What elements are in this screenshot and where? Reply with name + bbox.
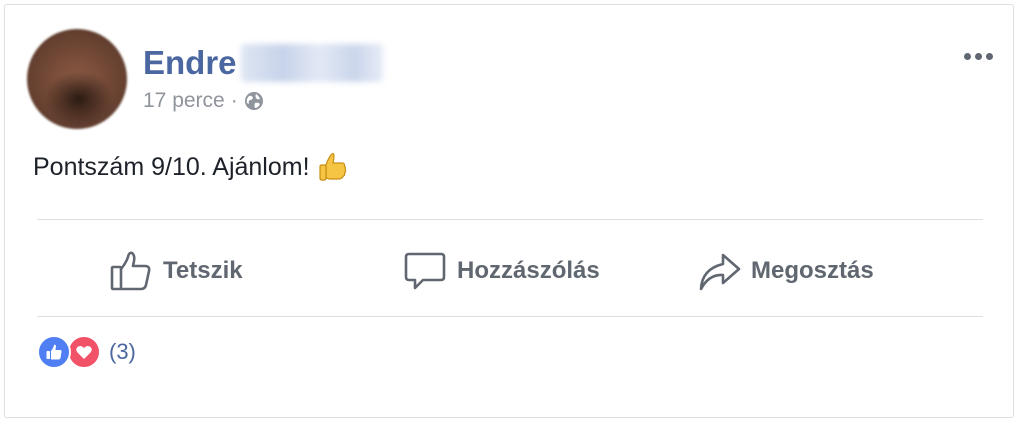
share-button[interactable]: Megosztás [697, 231, 874, 311]
post-text-content: Pontszám 9/10. Ajánlom! [33, 152, 310, 181]
globe-icon[interactable] [244, 91, 264, 111]
comment-label: Hozzászólás [457, 257, 600, 284]
like-button[interactable]: Tetszik [109, 231, 243, 311]
post-text: Pontszám 9/10. Ajánlom! [33, 149, 352, 185]
more-options-icon[interactable] [961, 49, 995, 63]
share-arrow-icon [699, 253, 741, 291]
love-reaction-icon [67, 335, 101, 369]
post-card: Endre 17 perce · Pontszám 9/10. Ajánlom! [4, 4, 1014, 418]
like-label: Tetszik [163, 257, 243, 284]
like-reaction-icon [37, 335, 71, 369]
reaction-count[interactable]: (3) [109, 339, 136, 365]
comment-button[interactable]: Hozzászólás [403, 231, 600, 311]
comment-bubble-icon [404, 252, 446, 290]
share-label: Megosztás [751, 257, 874, 284]
divider-bottom [37, 316, 983, 317]
author-surname-blurred [240, 44, 383, 82]
divider-top [37, 219, 983, 220]
author-name-row: Endre [143, 43, 383, 83]
post-timestamp[interactable]: 17 perce [143, 89, 225, 113]
like-thumb-icon [110, 251, 151, 291]
author-avatar[interactable] [27, 29, 127, 129]
post-meta: 17 perce · [143, 89, 264, 113]
reaction-summary[interactable]: (3) [37, 335, 136, 369]
author-name[interactable]: Endre [143, 43, 237, 83]
action-bar: Tetszik Hozzászólás Megosztás [37, 231, 983, 311]
thumbs-up-emoji-icon [318, 152, 346, 181]
meta-separator: · [230, 89, 238, 112]
